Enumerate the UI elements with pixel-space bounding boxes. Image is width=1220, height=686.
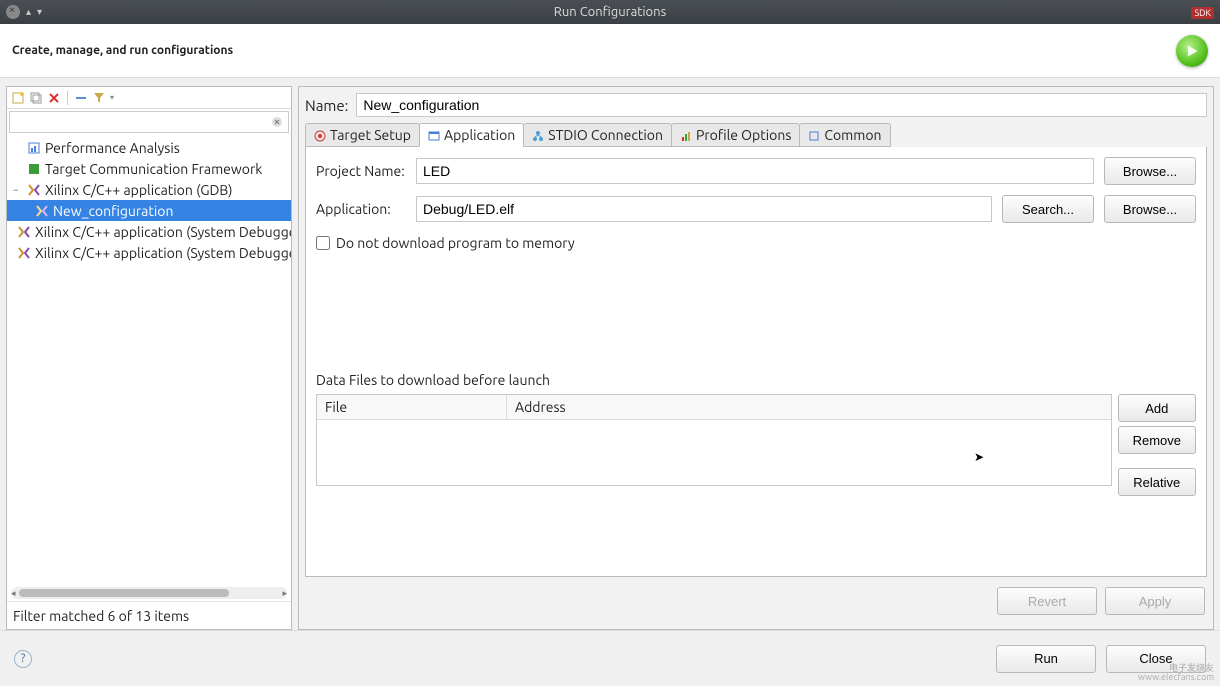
filter-status: Filter matched 6 of 13 items [7,601,291,629]
tree-label: New_configuration [53,203,173,219]
revert-button[interactable]: Revert [997,587,1097,615]
project-label: Project Name: [316,163,406,179]
watermark: 电子发烧友 www.elecfans.com [1138,664,1214,682]
tree-item-tcf[interactable]: Target Communication Framework [7,158,291,179]
add-button[interactable]: Add [1118,394,1196,422]
xilinx-icon [27,183,41,197]
apply-button[interactable]: Apply [1105,587,1205,615]
tree-item-gdb[interactable]: − Xilinx C/C++ application (GDB) [7,179,291,200]
duplicate-config-icon[interactable] [29,91,43,105]
xilinx-icon [17,225,31,239]
tree-item-sysdbg-1[interactable]: Xilinx C/C++ application (System Debugge… [7,221,291,242]
relative-button[interactable]: Relative [1118,468,1196,496]
tab-body: Project Name: Browse... Application: Sea… [305,147,1207,577]
datafiles-label: Data Files to download before launch [316,352,1196,388]
collapse-all-icon[interactable] [74,91,88,105]
config-panel: Name: Target Setup Application STDIO Con… [298,86,1214,630]
dialog-footer: ? Run Close [0,630,1220,686]
new-config-icon[interactable] [11,91,25,105]
tab-label: Common [824,127,881,143]
project-browse-button[interactable]: Browse... [1104,157,1196,185]
tree-item-sysdbg-2[interactable]: Xilinx C/C++ application (System Debugge… [7,242,291,263]
help-icon[interactable]: ? [14,650,32,668]
xilinx-icon [35,204,49,218]
xilinx-icon [17,246,31,260]
tree-label: Performance Analysis [45,140,180,156]
config-tree: Performance Analysis Target Communicatio… [7,135,291,587]
sidebar: ▾ Performance Analysis Target Communi [6,86,292,630]
application-label: Application: [316,201,406,217]
titlebar: ▴ ▾ Run Configurations SDK [0,0,1220,24]
tab-stdio[interactable]: STDIO Connection [523,123,672,147]
column-address[interactable]: Address [507,395,1111,419]
tab-common[interactable]: Common [799,123,890,147]
datafiles-table[interactable]: File Address [316,394,1112,486]
window-title: Run Configurations [0,5,1220,19]
horizontal-scrollbar[interactable]: ◂ ▸ [11,587,287,599]
performance-icon [27,141,41,155]
remove-button[interactable]: Remove [1118,426,1196,454]
tcf-icon [27,162,41,176]
run-button[interactable]: Run [996,645,1096,673]
mouse-cursor-icon: ➤ [974,450,984,464]
filter-input[interactable] [10,112,266,132]
stdio-icon [532,129,544,141]
name-input[interactable] [356,93,1207,117]
application-browse-button[interactable]: Browse... [1104,195,1196,223]
common-icon [808,129,820,141]
sidebar-toolbar: ▾ [7,87,291,109]
collapse-icon[interactable]: − [13,184,23,195]
application-input[interactable] [416,196,992,222]
filter-icon[interactable] [92,91,106,105]
tab-label: STDIO Connection [548,127,663,143]
search-button[interactable]: Search... [1002,195,1094,223]
project-input[interactable] [416,158,1094,184]
header-label: Create, manage, and run configurations [12,44,233,57]
clear-filter-icon[interactable] [270,115,284,129]
tree-label: Xilinx C/C++ application (GDB) [45,182,233,198]
scroll-thumb[interactable] [19,589,229,597]
tree-label: Xilinx C/C++ application (System Debugge… [35,245,291,261]
target-icon [314,129,326,141]
tree-label: Target Communication Framework [45,161,262,177]
dropdown-icon[interactable]: ▾ [110,93,114,102]
toolbar-separator [67,91,68,105]
no-download-label: Do not download program to memory [336,235,575,251]
delete-config-icon[interactable] [47,91,61,105]
tree-item-performance[interactable]: Performance Analysis [7,137,291,158]
tree-label: Xilinx C/C++ application (System Debugge… [35,224,291,240]
profile-icon [680,129,692,141]
application-icon [428,129,440,141]
tab-target-setup[interactable]: Target Setup [305,123,420,147]
dialog-header: Create, manage, and run configurations [0,24,1220,78]
tab-label: Application [444,127,515,143]
name-label: Name: [305,97,348,114]
tab-application[interactable]: Application [419,123,524,147]
tab-profile[interactable]: Profile Options [671,123,800,147]
tab-label: Profile Options [696,127,791,143]
run-icon [1176,35,1208,67]
column-file[interactable]: File [317,395,507,419]
tab-bar: Target Setup Application STDIO Connectio… [305,123,1207,147]
filter-box [9,111,289,133]
no-download-checkbox[interactable] [316,236,330,250]
tab-label: Target Setup [330,127,411,143]
tree-item-new-config[interactable]: New_configuration [7,200,291,221]
